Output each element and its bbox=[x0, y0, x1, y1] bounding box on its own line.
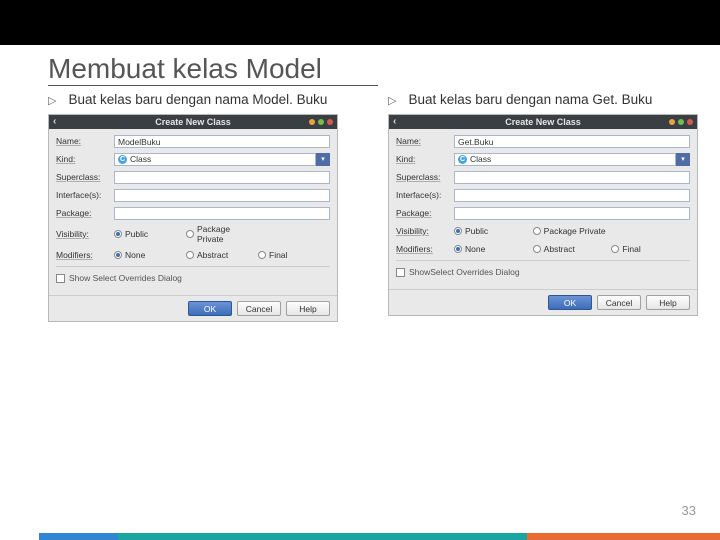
radio-public[interactable]: Public bbox=[454, 226, 533, 236]
bullet-row: ▷ Buat kelas baru dengan nama Get. Buku bbox=[388, 92, 700, 110]
class-icon: C bbox=[118, 155, 127, 164]
checkbox-icon[interactable] bbox=[56, 274, 65, 283]
button-row: OK Cancel Help bbox=[49, 295, 337, 321]
overrides-checkbox-row[interactable]: ShowSelect Overrides Dialog bbox=[396, 260, 690, 287]
content-row: ▷ Buat kelas baru dengan nama Model. Buk… bbox=[0, 86, 720, 322]
modifiers-label: Modifiers: bbox=[396, 244, 454, 254]
superclass-label: Superclass: bbox=[396, 172, 454, 182]
radio-abstract[interactable]: Abstract bbox=[186, 250, 258, 260]
ok-button[interactable]: OK bbox=[188, 301, 232, 316]
radio-none[interactable]: None bbox=[454, 244, 533, 254]
minimize-icon[interactable] bbox=[309, 119, 315, 125]
radio-abstract[interactable]: Abstract bbox=[533, 244, 612, 254]
back-icon[interactable]: ‹ bbox=[393, 117, 396, 127]
cancel-button[interactable]: Cancel bbox=[237, 301, 281, 316]
interfaces-label: Interface(s): bbox=[396, 190, 454, 200]
close-icon[interactable] bbox=[327, 119, 333, 125]
bullet-icon: ▷ bbox=[48, 92, 56, 110]
radio-final[interactable]: Final bbox=[258, 250, 330, 260]
form: Name: ModelBuku Kind: CClass ▾ Superclas… bbox=[49, 129, 337, 295]
bullet-icon: ▷ bbox=[388, 92, 396, 110]
radio-package-private[interactable]: Package Private bbox=[533, 226, 612, 236]
superclass-label: Superclass: bbox=[56, 172, 114, 182]
button-row: OK Cancel Help bbox=[389, 289, 697, 315]
bullet-text: Buat kelas baru dengan nama Get. Buku bbox=[408, 92, 652, 109]
page-title: Membuat kelas Model bbox=[48, 45, 378, 86]
close-icon[interactable] bbox=[687, 119, 693, 125]
maximize-icon[interactable] bbox=[318, 119, 324, 125]
window-controls bbox=[669, 119, 693, 125]
dialog-title: Create New Class bbox=[505, 117, 581, 127]
name-label: Name: bbox=[396, 136, 454, 146]
dialog-left: ‹ Create New Class Name: ModelBuku Kind: bbox=[48, 114, 338, 322]
kind-label: Kind: bbox=[396, 154, 454, 164]
package-input[interactable] bbox=[114, 207, 330, 220]
name-input[interactable]: Get.Buku bbox=[454, 135, 690, 148]
help-button[interactable]: Help bbox=[646, 295, 690, 310]
interfaces-input[interactable] bbox=[114, 189, 330, 202]
page-number: 33 bbox=[682, 503, 696, 518]
package-input[interactable] bbox=[454, 207, 690, 220]
slide: Membuat kelas Model ▷ Buat kelas baru de… bbox=[0, 45, 720, 540]
footer-stripe bbox=[0, 533, 720, 540]
cancel-button[interactable]: Cancel bbox=[597, 295, 641, 310]
dialog-titlebar: ‹ Create New Class bbox=[49, 115, 337, 129]
modifiers-label: Modifiers: bbox=[56, 250, 114, 260]
interfaces-label: Interface(s): bbox=[56, 190, 114, 200]
visibility-label: Visibility: bbox=[396, 226, 454, 236]
bullet-row: ▷ Buat kelas baru dengan nama Model. Buk… bbox=[48, 92, 360, 110]
dialog-title: Create New Class bbox=[155, 117, 231, 127]
kind-select[interactable]: CClass ▾ bbox=[114, 153, 330, 166]
form: Name: Get.Buku Kind: CClass ▾ Superclass… bbox=[389, 129, 697, 289]
back-icon[interactable]: ‹ bbox=[53, 117, 56, 127]
help-button[interactable]: Help bbox=[286, 301, 330, 316]
left-column: ▷ Buat kelas baru dengan nama Model. Buk… bbox=[0, 92, 370, 322]
radio-public[interactable]: Public bbox=[114, 224, 186, 244]
superclass-input[interactable] bbox=[114, 171, 330, 184]
package-label: Package: bbox=[56, 208, 114, 218]
dialog-right: ‹ Create New Class Name: Get.Buku Kind: bbox=[388, 114, 698, 316]
kind-label: Kind: bbox=[56, 154, 114, 164]
radio-none[interactable]: None bbox=[114, 250, 186, 260]
radio-final[interactable]: Final bbox=[611, 244, 690, 254]
ok-button[interactable]: OK bbox=[548, 295, 592, 310]
visibility-label: Visibility: bbox=[56, 229, 114, 239]
radio-package-private[interactable]: Package Private bbox=[186, 224, 258, 244]
chevron-down-icon[interactable]: ▾ bbox=[316, 153, 330, 166]
overrides-checkbox-row[interactable]: Show Select Overrides Dialog bbox=[56, 266, 330, 293]
right-column: ▷ Buat kelas baru dengan nama Get. Buku … bbox=[370, 92, 720, 322]
name-label: Name: bbox=[56, 136, 114, 146]
window-controls bbox=[309, 119, 333, 125]
bullet-text: Buat kelas baru dengan nama Model. Buku bbox=[68, 92, 327, 109]
superclass-input[interactable] bbox=[454, 171, 690, 184]
chevron-down-icon[interactable]: ▾ bbox=[676, 153, 690, 166]
name-input[interactable]: ModelBuku bbox=[114, 135, 330, 148]
dialog-titlebar: ‹ Create New Class bbox=[389, 115, 697, 129]
maximize-icon[interactable] bbox=[678, 119, 684, 125]
interfaces-input[interactable] bbox=[454, 189, 690, 202]
minimize-icon[interactable] bbox=[669, 119, 675, 125]
checkbox-icon[interactable] bbox=[396, 268, 405, 277]
kind-select[interactable]: CClass ▾ bbox=[454, 153, 690, 166]
package-label: Package: bbox=[396, 208, 454, 218]
class-icon: C bbox=[458, 155, 467, 164]
